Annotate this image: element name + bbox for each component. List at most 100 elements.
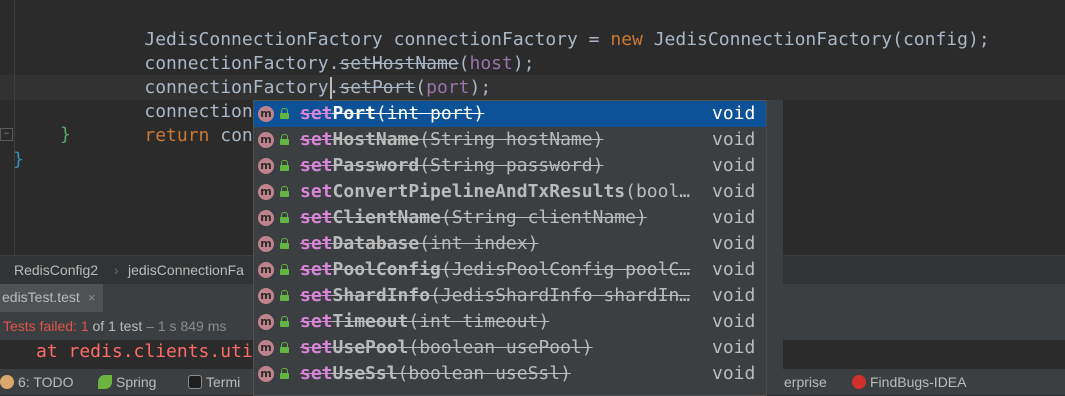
completion-match-prefix: set <box>300 311 333 332</box>
tool-spring-label: Spring <box>116 374 157 390</box>
completion-params: (String clientName) <box>440 207 647 228</box>
spring-leaf-icon <box>98 375 112 389</box>
method-icon: m <box>258 366 274 382</box>
method-icon: m <box>258 236 274 252</box>
closing-brace-inner: } <box>60 124 71 145</box>
closing-brace-outer: } <box>13 149 24 170</box>
completion-method-name: UsePool <box>332 337 409 358</box>
completion-signature: setUseSsl(boolean useSsl) <box>300 361 571 387</box>
breadcrumb-item-class[interactable]: RedisConfig2 <box>14 262 98 278</box>
completion-params: (bool… <box>625 181 691 202</box>
completion-return-type: void <box>712 233 756 254</box>
completion-params: (int timeout) <box>408 311 550 332</box>
completion-item[interactable]: m setClientName(String clientName) void <box>254 205 766 231</box>
completion-item[interactable]: m setPort(int port) void <box>254 101 766 127</box>
tool-findbugs-label: FindBugs-IDEA <box>870 374 967 390</box>
completion-match-prefix: set <box>300 155 333 176</box>
completion-item[interactable]: m setConvertPipelineAndTxResults(bool… voi… <box>254 179 766 205</box>
method-icon: m <box>258 340 274 356</box>
completion-signature: setConvertPipelineAndTxResults(bool… <box>300 179 690 205</box>
text-caret <box>330 77 332 99</box>
completion-method-name: ShardInfo <box>332 285 431 306</box>
public-lock-icon <box>280 368 289 379</box>
completion-method-name: ConvertPipelineAndTxResults <box>332 181 626 202</box>
completion-method-name: Database <box>332 233 420 254</box>
completion-method-name: UseSsl <box>332 363 398 384</box>
keyword-return: return <box>144 125 210 146</box>
completion-method-name: Timeout <box>332 311 409 332</box>
test-status-text: Tests failed: 1 of 1 test – 1 s 849 ms <box>3 312 226 340</box>
completion-params: (JedisPoolConfig poolC… <box>440 259 691 280</box>
completion-params: (JedisShardInfo shardIn… <box>430 285 691 306</box>
breadcrumb-item-method[interactable]: jedisConnectionFa <box>128 262 244 278</box>
method-icon: m <box>258 210 274 226</box>
completion-return-type: void <box>712 285 756 306</box>
method-icon: m <box>258 184 274 200</box>
tool-enterprise[interactable]: erprise <box>784 373 827 391</box>
completion-return-type: void <box>712 207 756 228</box>
completion-item[interactable]: m setShardInfo(JedisShardInfo shardIn… voi… <box>254 283 766 309</box>
code-line-1[interactable]: JedisConnectionFactory connectionFactory… <box>101 4 989 50</box>
code-text: ); <box>469 77 492 98</box>
tests-count: of 1 test <box>88 318 143 334</box>
public-lock-icon <box>280 160 289 171</box>
breadcrumb-separator: › <box>114 262 119 278</box>
completion-scrollbar[interactable] <box>766 100 783 394</box>
completion-return-type: void <box>712 259 756 280</box>
tests-duration: – 1 s 849 ms <box>142 318 227 334</box>
tool-todo[interactable]: 6: TODO <box>0 373 74 391</box>
completion-return-type: void <box>712 311 756 332</box>
completion-item[interactable]: m setDatabase(int index) void <box>254 231 766 257</box>
public-lock-icon <box>280 264 289 275</box>
code-line-2[interactable]: connectionFactory.setHostName(host); <box>101 28 534 74</box>
public-lock-icon <box>280 290 289 301</box>
tool-findbugs[interactable]: FindBugs-IDEA <box>852 373 966 391</box>
completion-item[interactable]: m setTimeout(int timeout) void <box>254 309 766 335</box>
code-completion-popup[interactable]: m setPort(int port) void m setHostName(Strin… <box>253 100 767 396</box>
terminal-icon <box>188 375 202 389</box>
completion-match-prefix: set <box>300 181 333 202</box>
completion-method-name: ClientName <box>332 207 441 228</box>
keyword-new: new <box>610 29 643 50</box>
completion-params: (boolean useSsl) <box>397 363 571 384</box>
code-text: ); <box>512 53 535 74</box>
completion-method-name: Port <box>332 103 376 124</box>
completion-return-type: void <box>712 337 756 358</box>
tool-spring[interactable]: Spring <box>98 373 156 391</box>
completion-item[interactable]: m setHostName(String hostName) void <box>254 127 766 153</box>
fold-marker-icon[interactable]: − <box>0 128 13 141</box>
public-lock-icon <box>280 134 289 145</box>
tool-enterprise-label: erprise <box>784 374 827 390</box>
todo-icon <box>0 375 14 389</box>
public-lock-icon <box>280 342 289 353</box>
completion-signature: setPort(int port) <box>300 101 484 127</box>
completion-match-prefix: set <box>300 337 333 358</box>
completion-match-prefix: set <box>300 103 333 124</box>
close-icon[interactable]: × <box>88 290 96 305</box>
completion-params: (String hostName) <box>419 129 604 150</box>
public-lock-icon <box>280 108 289 119</box>
completion-item[interactable]: m setPoolConfig(JedisPoolConfig poolC… voi… <box>254 257 766 283</box>
completion-params: (int port) <box>375 103 485 124</box>
completion-item[interactable]: m setPassword(String password) void <box>254 153 766 179</box>
completion-match-prefix: set <box>300 233 333 254</box>
completion-item[interactable]: m setUseSsl(boolean useSsl) void <box>254 361 766 387</box>
public-lock-icon <box>280 186 289 197</box>
completion-item[interactable]: m setUsePool(boolean usePool) void <box>254 335 766 361</box>
tool-terminal-label: Termi <box>206 374 241 390</box>
completion-match-prefix: set <box>300 129 333 150</box>
param-name: port <box>426 77 470 98</box>
completion-params: (int index) <box>419 233 539 254</box>
completion-signature: setShardInfo(JedisShardInfo shardIn… <box>300 283 690 309</box>
run-tab[interactable]: edisTest.test × <box>0 284 104 314</box>
code-text: JedisConnectionFactory(config); <box>642 29 990 50</box>
tool-terminal[interactable]: Termi <box>188 373 240 391</box>
public-lock-icon <box>280 316 289 327</box>
method-icon: m <box>258 158 274 174</box>
completion-match-prefix: set <box>300 285 333 306</box>
completion-return-type: void <box>712 363 756 384</box>
completion-params: (boolean usePool) <box>408 337 593 358</box>
method-icon: m <box>258 262 274 278</box>
bug-icon <box>852 375 866 389</box>
code-line-3[interactable]: connectionFactory.setPort(port); <box>101 52 491 98</box>
